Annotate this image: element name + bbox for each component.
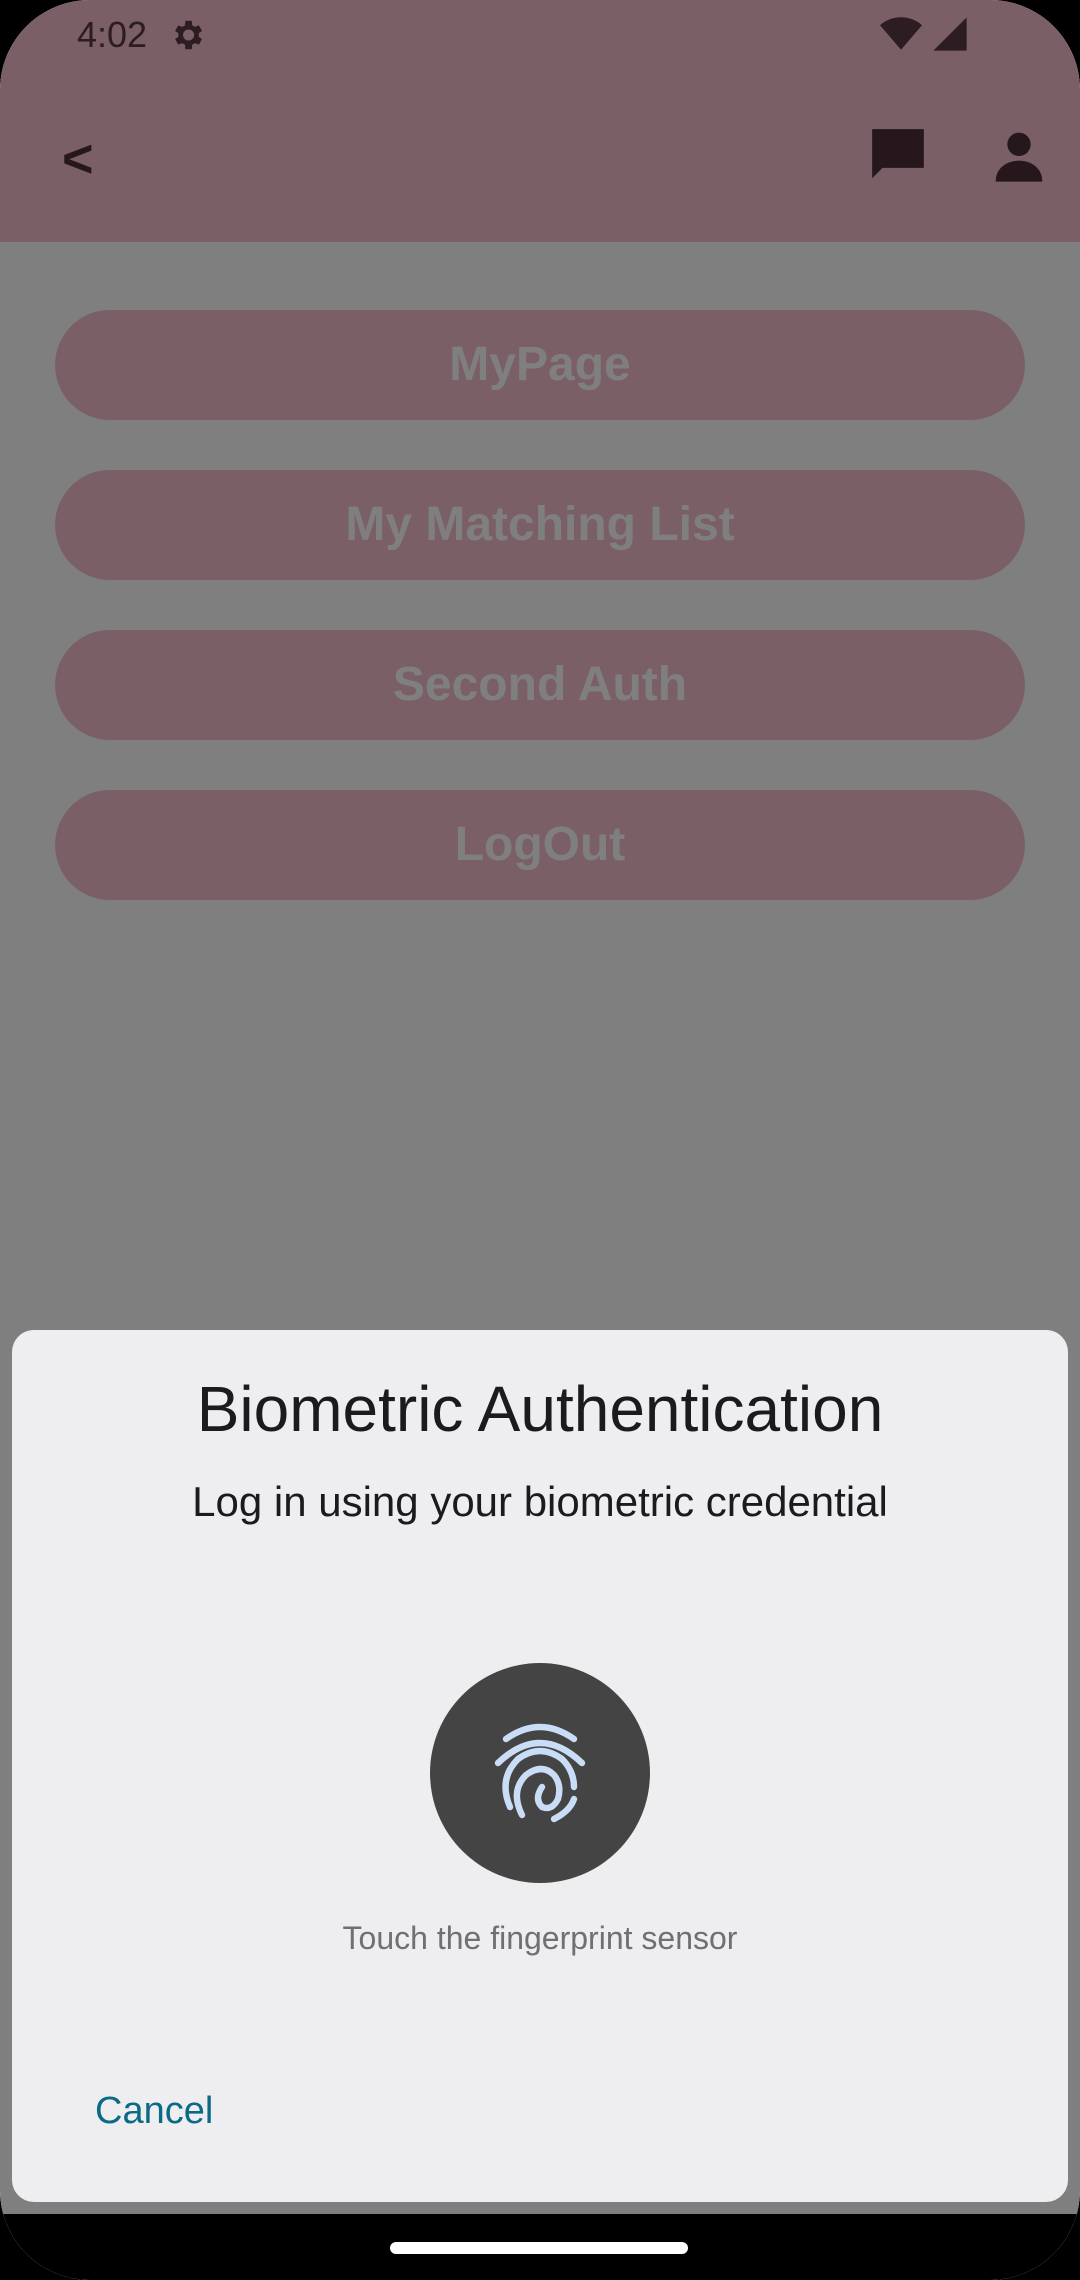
dialog-title: Biometric Authentication: [196, 1373, 884, 1445]
dialog-subtitle: Log in using your biometric credential: [192, 1478, 888, 1525]
home-gesture-handle[interactable]: [390, 2242, 688, 2254]
fingerprint-button[interactable]: [430, 1663, 650, 1883]
fingerprint-hint: Touch the fingerprint sensor: [342, 1920, 738, 1956]
cancel-button[interactable]: Cancel: [95, 2090, 213, 2133]
fingerprint-icon: [494, 1723, 586, 1823]
phone-screen: 4:02 < MyPage My Matching List Second Au…: [0, 0, 1080, 2280]
biometric-dialog: Biometric Authentication Log in using yo…: [12, 1330, 1068, 2202]
